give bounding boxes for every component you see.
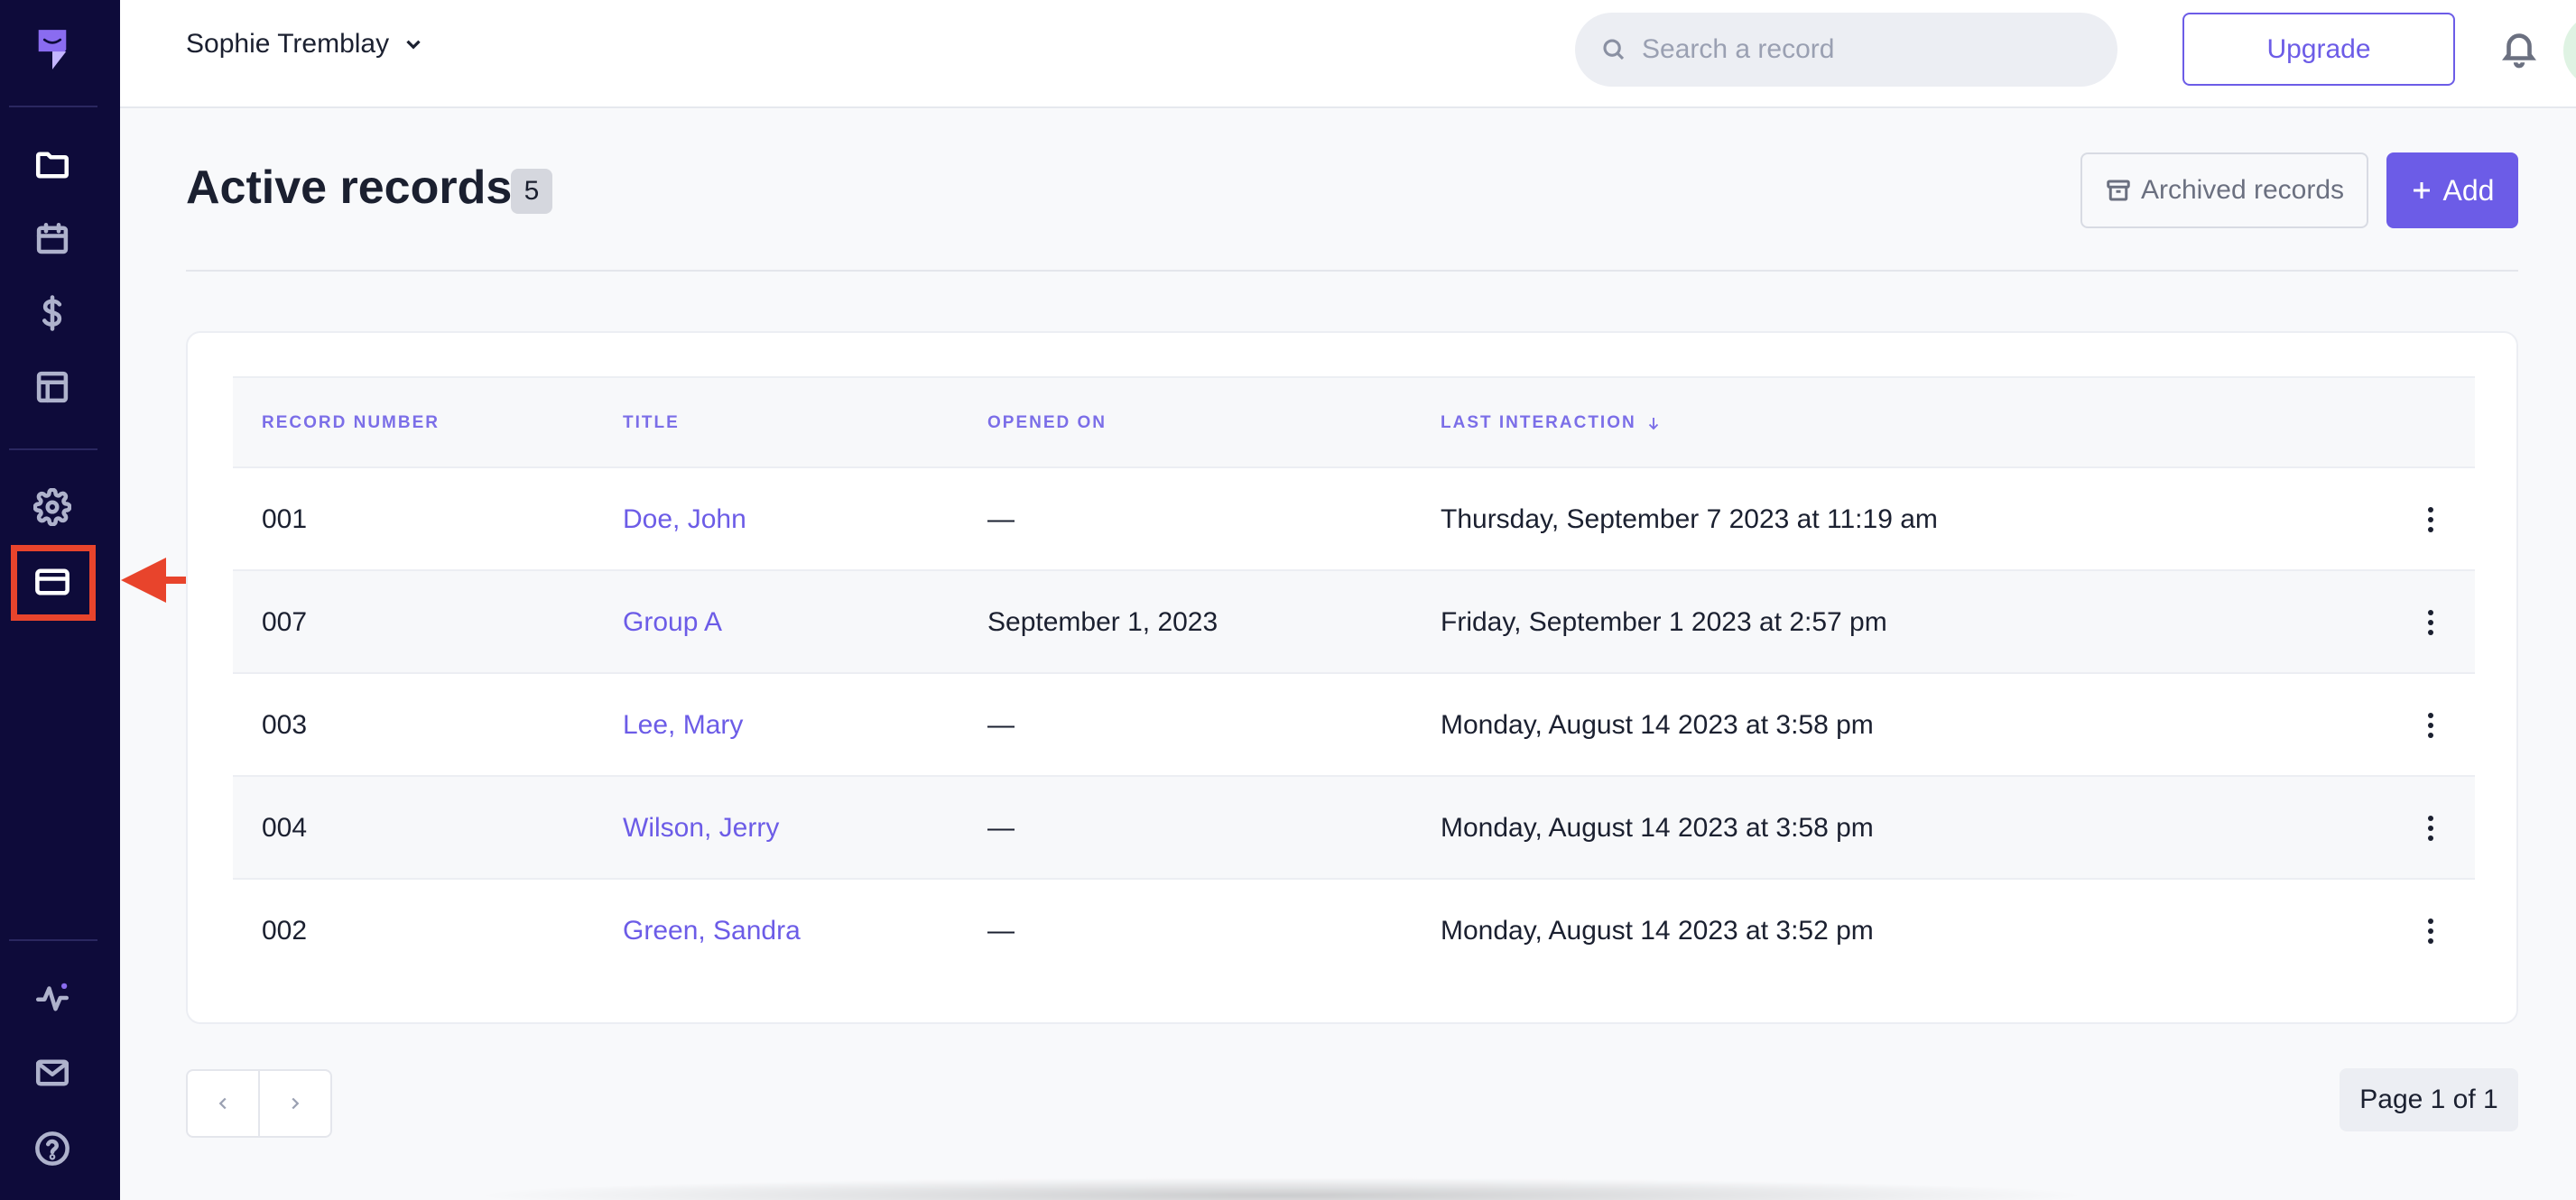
- notifications-button[interactable]: [2498, 27, 2540, 69]
- record-title-link[interactable]: Doe, John: [623, 468, 746, 571]
- folder-icon[interactable]: [25, 138, 79, 192]
- opened-on: September 1, 2023: [987, 607, 1219, 637]
- opened-on: —: [987, 504, 1015, 534]
- add-label: Add: [2442, 173, 2495, 207]
- record-title-link[interactable]: Lee, Mary: [623, 674, 743, 777]
- archived-records-label: Archived records: [2140, 175, 2345, 205]
- next-page-button[interactable]: [260, 1071, 330, 1136]
- opened-on: —: [987, 813, 1015, 843]
- record-count-badge: 5: [511, 169, 552, 214]
- bell-icon: [2502, 33, 2536, 69]
- search-icon: [1603, 39, 1625, 60]
- record-number: 004: [262, 813, 308, 843]
- sidebar: [0, 0, 120, 1200]
- sidebar-divider: [9, 939, 97, 941]
- last-interaction: Monday, August 14 2023 at 3:58 pm: [1441, 813, 1874, 843]
- opened-on: —: [987, 710, 1015, 740]
- page-indicator: Page 1 of 1: [2340, 1068, 2518, 1131]
- table-row[interactable]: 003 Lee, Mary — Monday, August 14 2023 a…: [233, 672, 2475, 775]
- add-record-button[interactable]: Add: [2386, 152, 2518, 228]
- column-header-last-interaction-label: LAST INTERACTION: [1441, 413, 1636, 432]
- record-title-link[interactable]: Wilson, Jerry: [623, 777, 779, 880]
- page-title: Active records: [186, 162, 513, 214]
- chevron-left-icon: [218, 1097, 227, 1110]
- highlight-box: [11, 545, 96, 621]
- user-menu[interactable]: Sophie Tremblay: [186, 29, 425, 60]
- activity-icon[interactable]: [25, 971, 79, 1025]
- search-input[interactable]: [1642, 34, 2075, 65]
- plus-icon: [2413, 182, 2430, 198]
- table-row[interactable]: 007 Group A September 1, 2023 Friday, Se…: [233, 569, 2475, 672]
- column-header-record-number[interactable]: RECORD NUMBER: [262, 378, 440, 468]
- upgrade-button[interactable]: Upgrade: [2182, 13, 2455, 86]
- chevron-down-icon: [406, 40, 421, 50]
- previous-page-button[interactable]: [188, 1071, 260, 1136]
- last-interaction: Thursday, September 7 2023 at 11:19 am: [1441, 504, 1938, 534]
- record-number: 002: [262, 916, 308, 946]
- records-table-card: RECORD NUMBER TITLE OPENED ON LAST INTER…: [186, 331, 2518, 1024]
- sort-down-arrow-icon: [1648, 418, 1658, 430]
- last-interaction: Friday, September 1 2023 at 2:57 pm: [1441, 607, 1887, 637]
- record-number: 001: [262, 504, 308, 534]
- archive-icon: [2107, 180, 2130, 201]
- app-logo[interactable]: [25, 23, 79, 77]
- column-header-last-interaction[interactable]: LAST INTERACTION: [1441, 378, 1662, 468]
- last-interaction: Monday, August 14 2023 at 3:58 pm: [1441, 710, 1874, 740]
- sidebar-divider: [9, 106, 97, 107]
- row-actions-icon[interactable]: [2417, 602, 2444, 643]
- column-header-opened-on[interactable]: OPENED ON: [987, 378, 1107, 468]
- record-title-link[interactable]: Green, Sandra: [623, 880, 801, 983]
- row-actions-icon[interactable]: [2417, 910, 2444, 952]
- opened-on: —: [987, 916, 1015, 946]
- search-bar[interactable]: [1575, 13, 2117, 87]
- mail-icon[interactable]: [25, 1046, 79, 1100]
- gear-icon[interactable]: [25, 480, 79, 534]
- row-actions-icon[interactable]: [2417, 705, 2444, 746]
- table-row[interactable]: 002 Green, Sandra — Monday, August 14 20…: [233, 878, 2475, 981]
- record-number: 007: [262, 607, 308, 637]
- bottom-shadow: [469, 1177, 2094, 1200]
- last-interaction: Monday, August 14 2023 at 3:52 pm: [1441, 916, 1874, 946]
- table-header: RECORD NUMBER TITLE OPENED ON LAST INTER…: [233, 376, 2475, 466]
- layout-icon[interactable]: [25, 360, 79, 414]
- table-row[interactable]: 001 Doe, John — Thursday, September 7 20…: [233, 466, 2475, 569]
- dollar-icon[interactable]: [25, 286, 79, 340]
- sidebar-divider: [9, 448, 97, 450]
- row-actions-icon[interactable]: [2417, 499, 2444, 540]
- record-title-link[interactable]: Group A: [623, 571, 722, 674]
- help-icon[interactable]: [25, 1122, 79, 1176]
- avatar[interactable]: ST: [2563, 14, 2576, 88]
- header-divider: [186, 270, 2518, 272]
- calendar-icon[interactable]: [25, 212, 79, 266]
- user-name: Sophie Tremblay: [186, 29, 390, 59]
- pagination-controls: [186, 1069, 332, 1138]
- column-header-title[interactable]: TITLE: [623, 378, 680, 468]
- row-actions-icon[interactable]: [2417, 808, 2444, 849]
- table-row[interactable]: 004 Wilson, Jerry — Monday, August 14 20…: [233, 775, 2475, 878]
- archived-records-button[interactable]: Archived records: [2080, 152, 2368, 228]
- chevron-right-icon: [292, 1097, 300, 1110]
- record-number: 003: [262, 710, 308, 740]
- top-bar: Sophie Tremblay Upgrade ST: [120, 0, 2576, 108]
